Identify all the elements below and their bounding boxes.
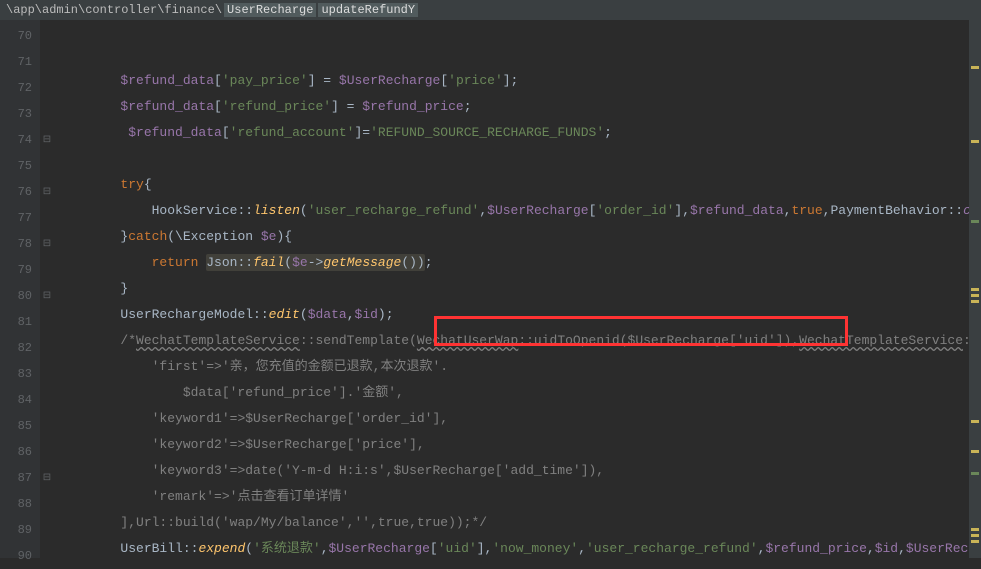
fold-handle[interactable]: ⊟ <box>40 127 54 153</box>
line-number: 74 <box>0 127 40 153</box>
error-mark[interactable] <box>971 220 979 223</box>
line-number: 70 <box>0 23 40 49</box>
fold-handle <box>40 491 54 517</box>
code-line[interactable]: UserBill::expend('系统退款',$UserRecharge['u… <box>54 536 969 558</box>
error-mark[interactable] <box>971 534 979 537</box>
error-stripe[interactable] <box>969 20 981 558</box>
code-line[interactable]: } <box>54 276 969 302</box>
code-line[interactable]: $data['refund_price'].'金额', <box>54 380 969 406</box>
error-mark[interactable] <box>971 66 979 69</box>
line-number: 73 <box>0 101 40 127</box>
code-line[interactable] <box>54 146 969 172</box>
code-line[interactable]: try{ <box>54 172 969 198</box>
line-number: 82 <box>0 335 40 361</box>
line-number: 76 <box>0 179 40 205</box>
fold-handle <box>40 205 54 231</box>
code-area[interactable]: $refund_data['pay_price'] = $UserRecharg… <box>54 20 969 558</box>
code-line[interactable]: 'keyword1'=>$UserRecharge['order_id'], <box>54 406 969 432</box>
line-number: 89 <box>0 517 40 543</box>
fold-handle <box>40 517 54 543</box>
error-mark[interactable] <box>971 528 979 531</box>
code-line[interactable]: /*WechatTemplateService::sendTemplate(We… <box>54 328 969 354</box>
line-number: 78 <box>0 231 40 257</box>
line-number: 86 <box>0 439 40 465</box>
line-number: 84 <box>0 387 40 413</box>
fold-handle <box>40 75 54 101</box>
code-line[interactable]: ],Url::build('wap/My/balance','',true,tr… <box>54 510 969 536</box>
fold-handle <box>40 257 54 283</box>
line-number: 87 <box>0 465 40 491</box>
error-mark[interactable] <box>971 294 979 297</box>
fold-handle[interactable]: ⊟ <box>40 465 54 491</box>
line-number: 72 <box>0 75 40 101</box>
line-number: 80 <box>0 283 40 309</box>
code-line[interactable]: $refund_data['refund_account']='REFUND_S… <box>54 120 969 146</box>
fold-handle <box>40 153 54 179</box>
breadcrumb-class[interactable]: UserRecharge <box>224 3 316 17</box>
line-number: 83 <box>0 361 40 387</box>
fold-handle <box>40 361 54 387</box>
code-line[interactable]: $refund_data['pay_price'] = $UserRecharg… <box>54 68 969 94</box>
code-line[interactable]: return Json::fail($e->getMessage()); <box>54 250 969 276</box>
line-number: 85 <box>0 413 40 439</box>
line-number: 88 <box>0 491 40 517</box>
line-number: 90 <box>0 543 40 569</box>
fold-handle <box>40 439 54 465</box>
code-line[interactable]: 'keyword2'=>$UserRecharge['price'], <box>54 432 969 458</box>
fold-handle[interactable]: ⊟ <box>40 283 54 309</box>
line-number-gutter: 7071727374757677787980818283848586878889… <box>0 20 40 558</box>
line-number: 81 <box>0 309 40 335</box>
fold-handle <box>40 413 54 439</box>
code-line[interactable]: UserRechargeModel::edit($data,$id); <box>54 302 969 328</box>
fold-column[interactable]: ⊟ ⊟ ⊟ ⊟ ⊟ <box>40 20 54 558</box>
code-line[interactable]: }catch(\Exception $e){ <box>54 224 969 250</box>
code-line[interactable]: HookService::listen('user_recharge_refun… <box>54 198 969 224</box>
breadcrumb-method[interactable]: updateRefundY <box>318 3 418 17</box>
error-mark[interactable] <box>971 540 979 543</box>
error-mark[interactable] <box>971 140 979 143</box>
fold-handle <box>40 543 54 569</box>
code-line[interactable]: 'keyword3'=>date('Y-m-d H:i:s',$UserRech… <box>54 458 969 484</box>
fold-handle[interactable]: ⊟ <box>40 179 54 205</box>
code-line[interactable]: 'first'=>'亲，您充值的金额已退款,本次退款'. <box>54 354 969 380</box>
fold-handle <box>40 23 54 49</box>
code-line[interactable]: 'remark'=>'点击查看订单详情' <box>54 484 969 510</box>
fold-handle[interactable]: ⊟ <box>40 231 54 257</box>
line-number: 71 <box>0 49 40 75</box>
error-mark[interactable] <box>971 472 979 475</box>
fold-handle <box>40 309 54 335</box>
error-mark[interactable] <box>971 300 979 303</box>
error-mark[interactable] <box>971 420 979 423</box>
fold-handle <box>40 387 54 413</box>
error-mark[interactable] <box>971 288 979 291</box>
breadcrumb: \app\admin\controller\finance\ UserRecha… <box>0 0 981 20</box>
line-number: 75 <box>0 153 40 179</box>
breadcrumb-path: \app\admin\controller\finance\ <box>6 3 222 17</box>
line-number: 79 <box>0 257 40 283</box>
code-editor[interactable]: 7071727374757677787980818283848586878889… <box>0 20 981 558</box>
line-number: 77 <box>0 205 40 231</box>
fold-handle <box>40 335 54 361</box>
fold-handle <box>40 101 54 127</box>
code-line[interactable]: $refund_data['refund_price'] = $refund_p… <box>54 94 969 120</box>
error-mark[interactable] <box>971 450 979 453</box>
fold-handle <box>40 49 54 75</box>
